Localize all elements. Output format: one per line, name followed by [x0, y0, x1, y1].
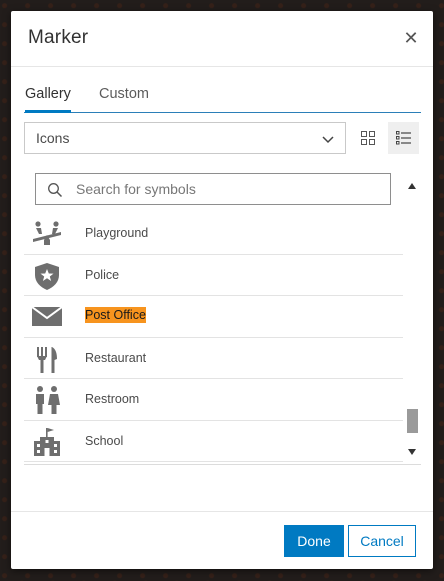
tab-bar: Gallery Custom — [24, 81, 421, 113]
restroom-icon — [36, 386, 60, 414]
close-icon[interactable]: ✕ — [401, 28, 421, 48]
tab-gallery[interactable]: Gallery — [25, 81, 71, 113]
list-item-label: Restaurant — [85, 350, 147, 365]
category-select-value: Icons — [36, 130, 70, 146]
done-button[interactable]: Done — [284, 525, 344, 557]
list-item-restaurant[interactable]: Restaurant — [24, 338, 403, 379]
playground-icon — [33, 221, 61, 245]
school-icon — [34, 427, 60, 456]
list-item-label: Restroom — [85, 392, 140, 406]
post-office-icon — [32, 306, 62, 326]
dialog-footer: Done Cancel — [11, 511, 433, 569]
restaurant-icon — [37, 346, 57, 373]
grid-view-button[interactable] — [352, 122, 383, 154]
list-item-label: School — [85, 433, 124, 448]
list-item-playground[interactable]: Playground — [24, 213, 403, 255]
list-view-button[interactable] — [388, 122, 419, 154]
symbol-list-panel: Playground Police Post Office — [24, 164, 421, 465]
scroll-up-arrow-icon[interactable] — [408, 182, 416, 190]
list-item-post-office[interactable]: Post Office — [24, 296, 403, 338]
list-item-label: Playground — [85, 226, 149, 240]
search-icon — [48, 183, 63, 198]
list-item-school[interactable]: School — [24, 421, 403, 462]
dialog-header: Marker ✕ — [11, 11, 433, 67]
list-item-restroom[interactable]: Restroom — [24, 379, 403, 421]
list-item-police[interactable]: Police — [24, 255, 403, 296]
search-input[interactable] — [76, 179, 376, 199]
list-item-label: Police — [85, 267, 120, 282]
police-icon — [35, 262, 59, 290]
marker-dialog: Marker ✕ Gallery Custom Icons Search for… — [11, 11, 433, 569]
list-item-partial — [24, 462, 403, 464]
category-select[interactable]: Icons — [24, 122, 346, 154]
scrollbar[interactable] — [405, 176, 419, 462]
scroll-down-arrow-icon[interactable] — [408, 448, 416, 456]
cancel-button[interactable]: Cancel — [348, 525, 416, 557]
grid-view-icon — [360, 131, 375, 145]
tab-custom[interactable]: Custom — [99, 81, 149, 113]
search-box — [35, 173, 391, 205]
dialog-title: Marker — [28, 27, 89, 48]
list-view-icon — [396, 131, 411, 145]
list-item-label-highlighted: Post Office — [85, 307, 146, 323]
chevron-down-icon — [322, 136, 334, 144]
symbol-list: Playground Police Post Office Restaurant… — [24, 213, 403, 464]
scrollbar-thumb[interactable] — [407, 409, 418, 433]
